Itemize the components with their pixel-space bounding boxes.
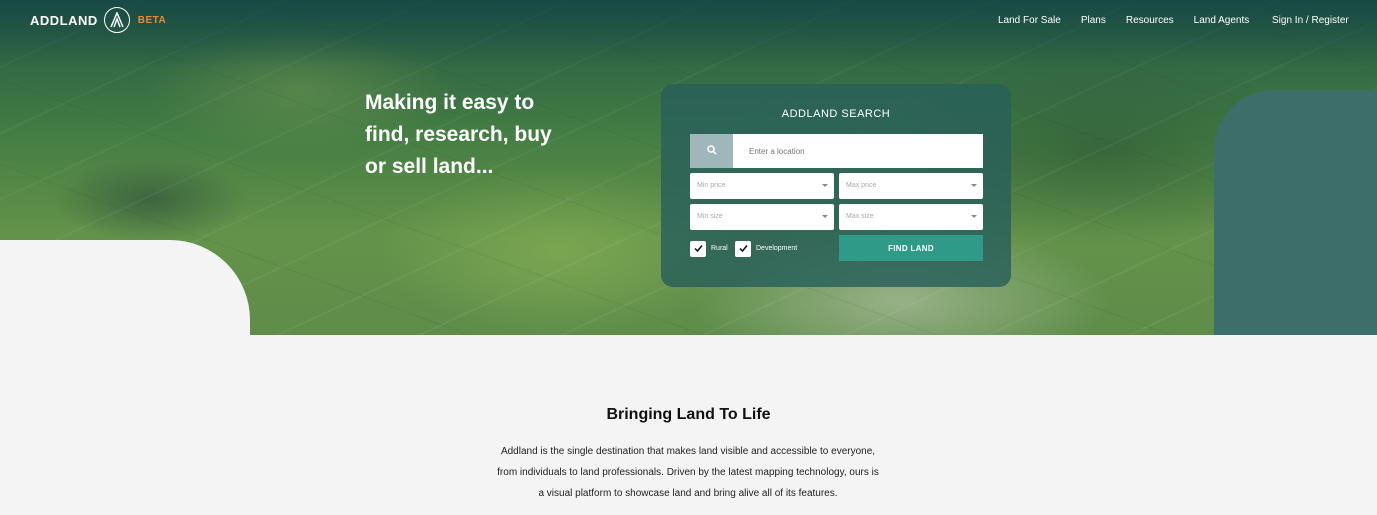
check-icon [738, 240, 748, 258]
development-label: Development [756, 245, 798, 252]
min-size-value: Min size [697, 213, 723, 220]
search-icon [706, 142, 717, 160]
beta-badge: BETA [137, 14, 167, 26]
nav-plans[interactable]: Plans [1081, 15, 1106, 26]
development-checkbox[interactable] [735, 241, 751, 257]
location-search-row [690, 134, 983, 168]
max-size-select[interactable]: Max size [839, 204, 983, 230]
rural-label: Rural [711, 245, 728, 252]
logo-text: ADDLAND [30, 12, 98, 28]
sign-in-register-link[interactable]: Sign In / Register [1272, 15, 1349, 26]
headline-line: find, research, buy [365, 123, 552, 146]
headline-line: Making it easy to [365, 91, 535, 114]
hero-headline: Making it easy to find, research, buy or… [365, 87, 595, 183]
search-panel-title: ADDLAND SEARCH [781, 108, 891, 120]
nav-land-for-sale[interactable]: Land For Sale [998, 15, 1061, 26]
about-line: Addland is the single destination that m… [500, 446, 876, 457]
max-price-value: Max price [846, 182, 877, 189]
check-icon [693, 240, 703, 258]
search-button[interactable] [690, 134, 733, 168]
nav-resources[interactable]: Resources [1126, 15, 1174, 26]
chevron-down-icon [822, 215, 828, 218]
min-price-select[interactable]: Min price [690, 173, 834, 199]
max-size-value: Max size [846, 213, 874, 220]
hero-left-curve [0, 240, 250, 350]
rural-checkbox[interactable] [690, 241, 706, 257]
headline-line: or sell land... [365, 155, 494, 178]
search-panel: ADDLAND SEARCH Min price Max price Min s… [661, 84, 1011, 287]
about-line: from individuals to land professionals. … [497, 467, 879, 478]
nav-land-agents[interactable]: Land Agents [1194, 15, 1250, 26]
about-description: Addland is the single destination that m… [488, 441, 888, 504]
nav-links: Land For Sale Plans Resources Land Agent… [998, 15, 1269, 26]
min-size-select[interactable]: Min size [690, 204, 834, 230]
about-line: a visual platform to showcase land and b… [538, 488, 838, 499]
chevron-down-icon [971, 215, 977, 218]
location-input[interactable] [733, 134, 983, 168]
hero-right-shape [1214, 90, 1377, 335]
chevron-down-icon [971, 184, 977, 187]
max-price-select[interactable]: Max price [839, 173, 983, 199]
logo-mark-icon [103, 7, 130, 33]
page: ADDLAND BETA Land For Sale Plans Resourc… [0, 0, 1377, 515]
logo[interactable]: ADDLAND BETA [30, 7, 166, 33]
find-land-button[interactable]: FIND LAND [839, 235, 983, 261]
chevron-down-icon [822, 184, 828, 187]
about-title: Bringing Land To Life [606, 406, 771, 423]
top-navbar: ADDLAND BETA Land For Sale Plans Resourc… [0, 0, 1377, 40]
min-price-value: Min price [697, 182, 726, 189]
